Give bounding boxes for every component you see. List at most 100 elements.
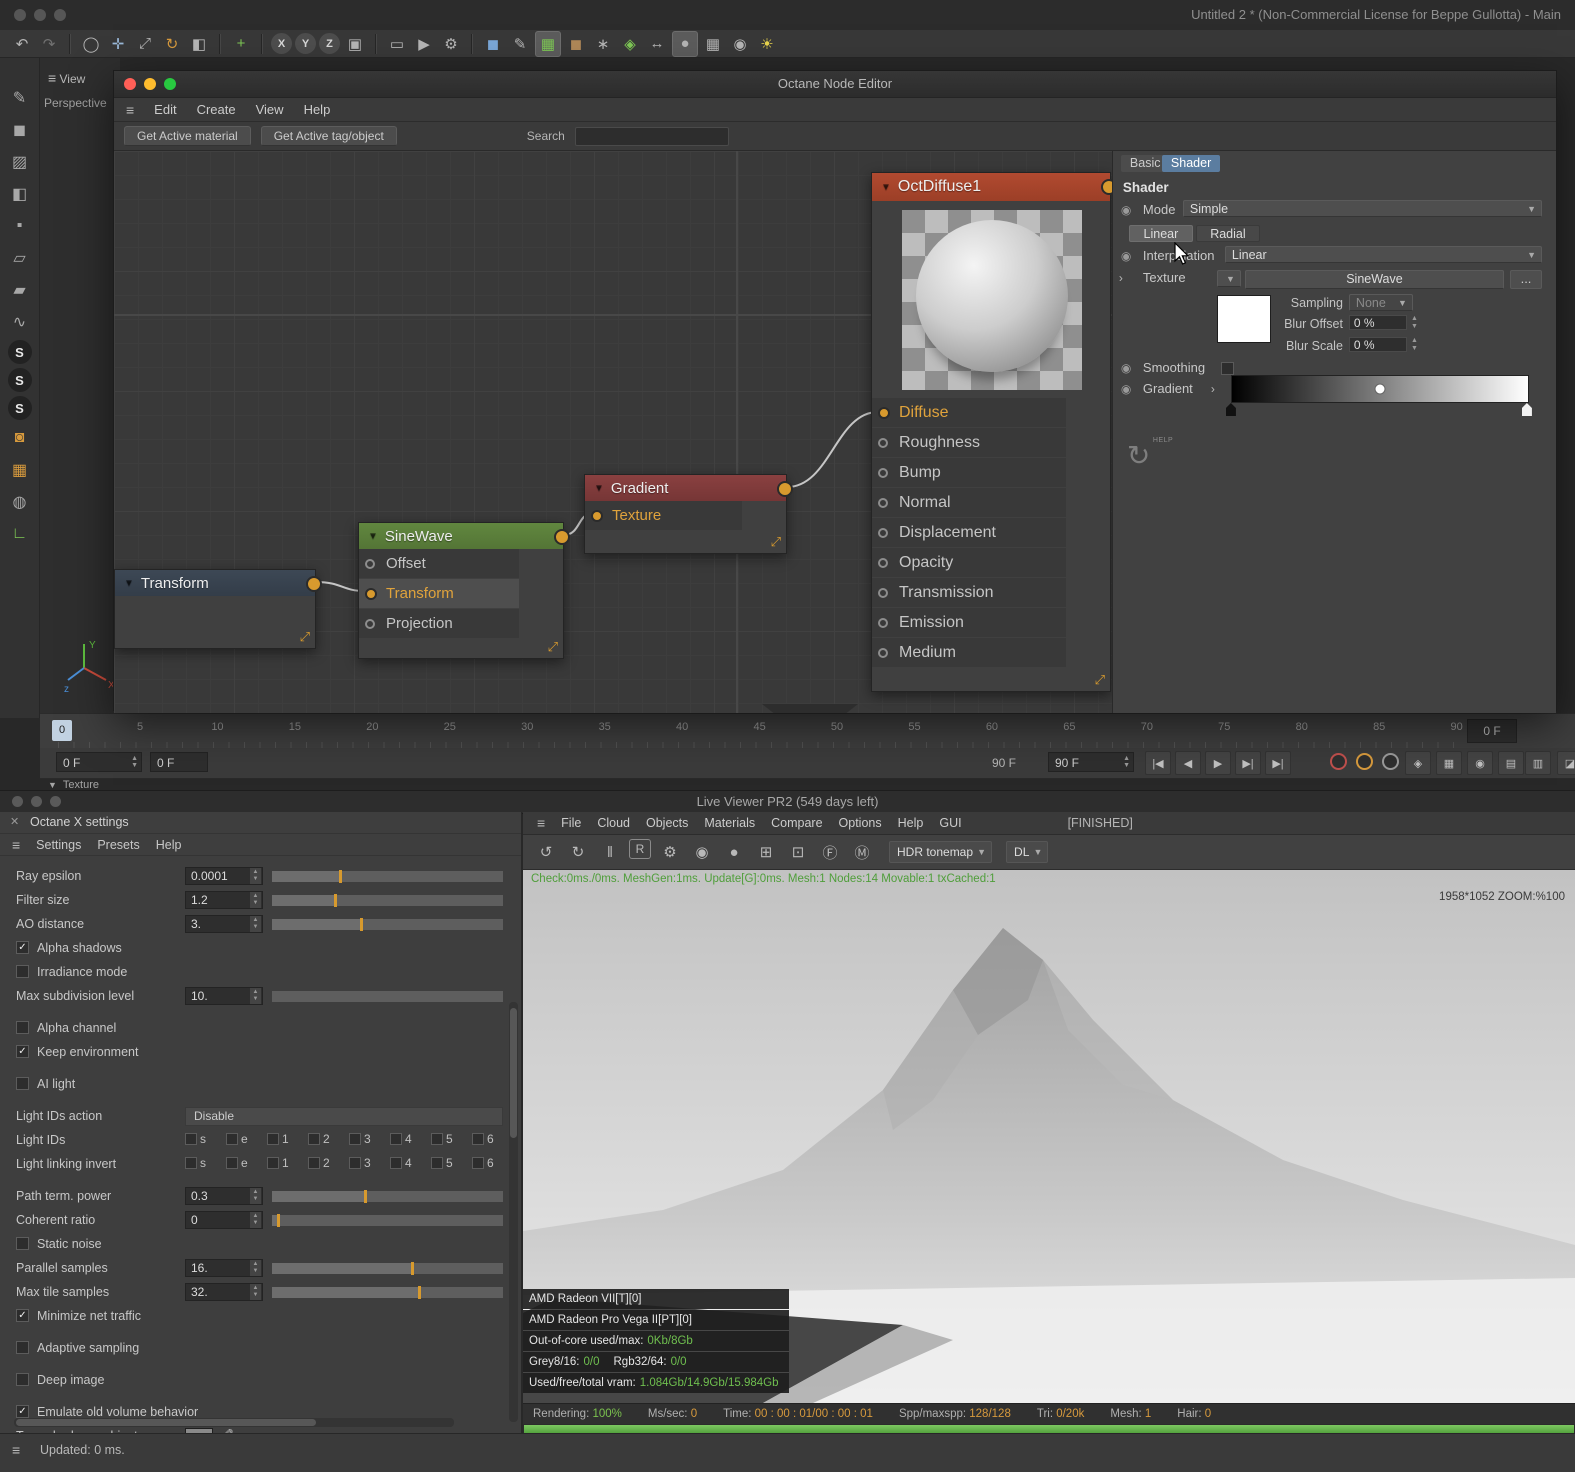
parallel-samples-input[interactable]: 16. ▲ ▼ (185, 1259, 263, 1277)
points-mode-icon[interactable]: ▪ (6, 212, 34, 240)
node-octdiffuse1-header[interactable]: ▼ OctDiffuse1 (872, 173, 1112, 201)
lv-menu-materials[interactable]: Materials (704, 816, 755, 830)
interpolation-dropdown[interactable]: Linear ▼ (1224, 246, 1542, 263)
light-ids-1-checkbox[interactable] (267, 1133, 279, 1145)
render-viewport[interactable]: Check:0ms./0ms. MeshGen:1ms. Update[G]:0… (523, 870, 1575, 1403)
port-emission-dot[interactable] (878, 617, 888, 628)
collapse-triangle-icon[interactable]: ▼ (124, 578, 134, 589)
minimize-window-button[interactable] (31, 796, 42, 807)
tonemap-dropdown[interactable]: HDR tonemap ▼ (889, 841, 993, 863)
lock-y-axis-icon[interactable]: Y (295, 33, 316, 54)
volume-icon[interactable]: ◼ (564, 32, 588, 56)
minimize-window-button[interactable] (144, 78, 156, 90)
radial-button[interactable]: Radial (1195, 225, 1260, 242)
record-scale-button[interactable]: ▦ (1436, 751, 1462, 775)
record-rotation-button[interactable]: ◉ (1467, 751, 1493, 775)
resize-handle-icon[interactable]: ⤢ (771, 534, 781, 550)
light-linking-invert-3-checkbox[interactable] (349, 1157, 361, 1169)
next-frame-button[interactable]: ▶| (1235, 751, 1261, 775)
path-term-power-steppers[interactable]: ▲ ▼ (250, 1188, 261, 1204)
close-window-button[interactable] (124, 78, 136, 90)
coherent-ratio-steppers[interactable]: ▲ ▼ (250, 1212, 261, 1228)
material-tag-icon[interactable]: S (7, 340, 32, 364)
lv-menu-file[interactable]: File (561, 816, 581, 830)
max-subdivision-level-slider[interactable] (272, 991, 503, 1002)
menu-icon[interactable]: ≡ (12, 1442, 20, 1458)
collapse-triangle-icon[interactable]: ▼ (368, 531, 378, 542)
lv-menu-compare[interactable]: Compare (771, 816, 822, 830)
light-linking-invert-6-checkbox[interactable] (472, 1157, 484, 1169)
parallel-samples-slider[interactable] (272, 1262, 503, 1275)
alpha-shadows-checkbox[interactable]: ✓ (16, 941, 29, 954)
blur-offset-steppers[interactable]: ▲ ▼ (1409, 315, 1420, 332)
material-tag-icon-3[interactable]: S (7, 396, 32, 420)
lv-menu-help[interactable]: Help (898, 816, 924, 830)
ao-distance-slider[interactable] (272, 918, 503, 931)
focus-picker-icon[interactable]: Ⓕ (817, 839, 843, 865)
ne-menu-view[interactable]: View (256, 102, 284, 117)
ao-distance-steppers[interactable]: ▲ ▼ (250, 916, 261, 932)
coordinate-system-icon[interactable]: ▣ (343, 32, 367, 56)
restart-render-icon[interactable]: ↺ (533, 839, 559, 865)
close-window-button[interactable] (12, 796, 23, 807)
sphere-object-icon[interactable]: ● (672, 30, 698, 57)
edges-mode-icon[interactable]: ▱ (6, 244, 34, 272)
timeline-menu-button[interactable]: ◪ (1557, 751, 1575, 775)
record-parameter-button[interactable]: ▤ (1498, 751, 1524, 775)
node-transform-header[interactable]: ▼ Transform (115, 570, 322, 596)
menu-icon[interactable]: ≡ (126, 102, 134, 118)
get-active-tag-button[interactable]: Get Active tag/object (260, 126, 397, 146)
filter-size-steppers[interactable]: ▲ ▼ (250, 892, 261, 908)
cluster-icon[interactable]: ◈ (618, 32, 642, 56)
help-badge[interactable]: ↻ HELP (1127, 437, 1173, 472)
keyframe-settings-button[interactable]: ▥ (1525, 751, 1551, 775)
checker-ball-icon[interactable]: ◍ (6, 488, 34, 516)
keyframe-selection-button[interactable] (1382, 753, 1399, 770)
resize-handle-icon[interactable]: ⤢ (1095, 672, 1105, 688)
ray-epsilon-input[interactable]: 0.0001 ▲ ▼ (185, 867, 263, 885)
uv-grid-icon[interactable]: ▦ (6, 456, 34, 484)
lock-resolution-icon[interactable]: ◉ (689, 839, 715, 865)
light-linking-invert-s-checkbox[interactable] (185, 1157, 197, 1169)
collapse-triangle-icon[interactable]: ▼ (594, 483, 604, 494)
settings-menu-presets[interactable]: Presets (97, 838, 139, 852)
node-transform[interactable]: ▼ Transform ⤢ (114, 569, 322, 649)
redo-icon[interactable]: ↷ (37, 32, 61, 56)
material-ball-icon[interactable]: ● (721, 839, 747, 865)
node-canvas[interactable]: ▼ Transform ⤢ ▼ SineWave Offset Transform… (114, 151, 1112, 713)
coherent-ratio-slider[interactable] (272, 1214, 503, 1227)
port-medium-dot[interactable] (878, 647, 888, 658)
light-ids-3-checkbox[interactable] (349, 1133, 361, 1145)
menu-icon[interactable]: ≡ (537, 815, 545, 831)
ne-menu-help[interactable]: Help (304, 102, 331, 117)
light-ids-2-checkbox[interactable] (308, 1133, 320, 1145)
path-term-power-input[interactable]: 0.3 ▲ ▼ (185, 1187, 263, 1205)
add-object-icon[interactable]: + (229, 32, 253, 56)
pause-icon[interactable]: ‖ (597, 839, 623, 865)
static-noise-checkbox[interactable] (16, 1237, 29, 1250)
prev-frame-button[interactable]: ◀ (1175, 751, 1201, 775)
node-sinewave[interactable]: ▼ SineWave Offset Transform Projection ⤢ (358, 522, 570, 659)
light-ids-4-checkbox[interactable] (390, 1133, 402, 1145)
port-diffuse-dot[interactable] (878, 406, 890, 419)
stepper-icon[interactable]: ▲ ▼ (1123, 755, 1130, 769)
goto-start-button[interactable]: |◀ (1145, 751, 1171, 775)
node-octdiffuse1[interactable]: ▼ OctDiffuse1 Diffuse Roughness Bump Normal… (871, 172, 1112, 692)
workplane-mode-icon[interactable]: ◧ (6, 180, 34, 208)
texture-type-dropdown[interactable]: ▼ (1216, 270, 1241, 287)
max-subdivision-level-steppers[interactable]: ▲ ▼ (250, 988, 261, 1004)
gradient-expander-icon[interactable]: › (1211, 382, 1215, 396)
polygons-mode-icon[interactable]: ▰ (6, 276, 34, 304)
end-frame-input[interactable]: 90 F ▲ ▼ (1048, 752, 1134, 772)
lv-menu-cloud[interactable]: Cloud (597, 816, 630, 830)
lv-menu-objects[interactable]: Objects (646, 816, 688, 830)
coherent-ratio-input[interactable]: 0 ▲ ▼ (185, 1211, 263, 1229)
sinewave-output-port[interactable] (554, 529, 570, 545)
viewport-menu-icon[interactable]: ≡ (48, 70, 56, 86)
gradient-knot-handle[interactable] (1374, 383, 1386, 395)
collapse-triangle-icon[interactable]: ▼ (881, 182, 891, 193)
zoom-window-button[interactable] (54, 9, 66, 21)
start-frame-input[interactable]: 0 F ▲ ▼ (56, 752, 142, 772)
texture-track-row[interactable]: ▼ Texture (40, 779, 1575, 791)
adaptive-sampling-checkbox[interactable] (16, 1341, 29, 1354)
